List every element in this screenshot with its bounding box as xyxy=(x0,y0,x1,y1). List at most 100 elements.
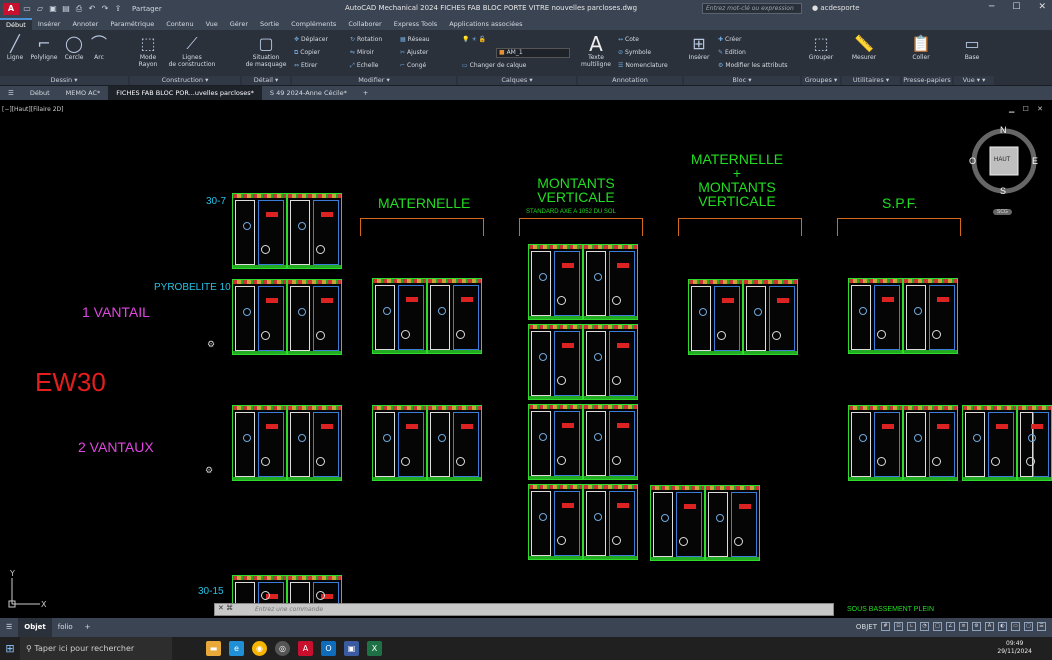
rotate-tool[interactable]: ↻ Rotation xyxy=(350,36,382,44)
minimize-icon[interactable]: ─ xyxy=(989,2,994,12)
ucs-menu-scg[interactable]: SCG xyxy=(993,209,1012,215)
drawing-sheet-thumbnail[interactable] xyxy=(232,193,287,269)
drawing-sheet-thumbnail[interactable] xyxy=(372,278,427,354)
layer-icons[interactable]: 💡 ☀ 🔓 xyxy=(462,36,488,44)
circle-tool[interactable]: ◯ Cercle xyxy=(62,34,86,61)
doc-tab-fiches-fab[interactable]: FICHES FAB BLOC POR...uvelles parcloses* xyxy=(108,86,262,100)
tab-contenu[interactable]: Contenu xyxy=(160,18,199,30)
osnap-icon[interactable]: □ xyxy=(933,622,942,631)
taskbar-search-input[interactable]: ⚲ Taper ici pour rechercher xyxy=(20,637,172,660)
tab-annoter[interactable]: Annoter xyxy=(66,18,104,30)
hardware-icon[interactable]: ▭ xyxy=(1011,622,1020,631)
autocad-logo[interactable]: A xyxy=(3,3,19,15)
move-tool[interactable]: ✥ Déplacer xyxy=(294,36,328,44)
customization-menu-icon[interactable]: ☰ xyxy=(1037,622,1046,631)
outlook-icon[interactable]: O xyxy=(321,641,336,656)
taskbar-clock[interactable]: 09:49 29/11/2024 xyxy=(997,640,1032,656)
command-line-input[interactable]: Entrez une commande xyxy=(214,603,834,616)
tab-sortie[interactable]: Sortie xyxy=(254,18,285,30)
print-icon[interactable]: ⎙ xyxy=(74,4,84,14)
drawing-sheet-thumbnail[interactable] xyxy=(848,405,903,481)
compass-e[interactable]: E xyxy=(1032,156,1038,166)
doc-tab-debut[interactable]: Début xyxy=(22,86,58,100)
share-button[interactable]: Partager xyxy=(132,5,162,13)
compass-n[interactable]: N xyxy=(1000,125,1007,135)
drawing-sheet-thumbnail[interactable] xyxy=(528,324,583,400)
file-explorer-icon[interactable]: ▬ xyxy=(206,641,221,656)
windows-start-icon[interactable]: ⊞ xyxy=(0,637,20,660)
drawing-sheet-thumbnail[interactable] xyxy=(583,484,638,560)
snap-icon[interactable]: ⊡ xyxy=(894,622,903,631)
situation-masquage-tool[interactable]: ▢ Situation de masquage xyxy=(242,34,290,68)
line-tool[interactable]: ╱ Ligne xyxy=(4,34,26,61)
doc-tab-memo[interactable]: MEMO AC* xyxy=(58,86,109,100)
workspace-gear-icon[interactable]: ⚙ xyxy=(972,622,981,631)
add-layout-plus-icon[interactable]: + xyxy=(79,618,97,637)
drawing-sheet-thumbnail[interactable] xyxy=(848,278,903,354)
menu-icon[interactable]: ☰ xyxy=(0,86,22,100)
lineweight-icon[interactable]: ≡ xyxy=(959,622,968,631)
drawing-sheet-thumbnail[interactable] xyxy=(962,405,1017,481)
drawing-sheet-thumbnail[interactable] xyxy=(372,405,427,481)
new-tab-plus-icon[interactable]: + xyxy=(355,86,376,100)
help-search-input[interactable]: Entrez mot-clé ou expression xyxy=(702,3,802,14)
drawing-sheet-thumbnail[interactable] xyxy=(287,405,342,481)
drawing-sheet-thumbnail[interactable] xyxy=(583,244,638,320)
drawing-sheet-thumbnail[interactable] xyxy=(232,279,287,355)
panel-title-calques[interactable]: Calques ▾ xyxy=(458,76,576,85)
edit-block-tool[interactable]: ✎ Edition xyxy=(718,49,746,57)
dimension-tool[interactable]: ↔ Cote xyxy=(618,36,639,44)
layer-dropdown[interactable]: ■ AM_1 xyxy=(496,48,570,58)
drawing-sheet-thumbnail[interactable] xyxy=(528,244,583,320)
doc-tab-s49[interactable]: S 49 2024-Anne Cécile* xyxy=(262,86,355,100)
compass-s[interactable]: S xyxy=(1000,186,1006,196)
arc-tool[interactable]: ⌒ Arc xyxy=(88,34,110,61)
drawing-sheet-thumbnail[interactable] xyxy=(232,405,287,481)
tab-collaborer[interactable]: Collaborer xyxy=(342,18,387,30)
viewport-window-controls[interactable]: ▁ ☐ ✕ xyxy=(1009,105,1046,113)
mtext-tool[interactable]: A Texte multiligne xyxy=(578,34,614,68)
viewcube-face-haut[interactable]: HAUT xyxy=(994,157,1010,163)
open-folder-icon[interactable]: ▱ xyxy=(35,4,45,14)
drawing-sheet-thumbnail[interactable] xyxy=(650,485,705,561)
edit-attributes-tool[interactable]: ⚙ Modifier les attributs xyxy=(718,62,788,70)
group-tool[interactable]: ⬚ Grouper xyxy=(802,34,840,61)
drawing-sheet-thumbnail[interactable] xyxy=(528,484,583,560)
user-account[interactable]: ● acdesporte xyxy=(812,4,860,12)
chrome-icon[interactable]: ◉ xyxy=(252,641,267,656)
tab-vue[interactable]: Vue xyxy=(200,18,224,30)
drawing-sheet-thumbnail[interactable] xyxy=(583,404,638,480)
measure-tool[interactable]: 📏 Mesurer xyxy=(844,34,884,61)
app-circle-icon[interactable]: ◎ xyxy=(275,641,290,656)
new-file-icon[interactable]: ▭ xyxy=(22,4,32,14)
panel-title-modifier[interactable]: Modifier ▾ xyxy=(292,76,456,85)
drawing-sheet-thumbnail[interactable] xyxy=(427,405,482,481)
copy-tool[interactable]: ⧉ Copier xyxy=(294,49,320,57)
panel-title-detail[interactable]: Détail ▾ xyxy=(242,76,290,85)
drawing-sheet-thumbnail[interactable] xyxy=(705,485,760,561)
insert-block-tool[interactable]: ⊞ Insérer xyxy=(684,34,714,61)
drawing-sheet-thumbnail[interactable] xyxy=(743,279,798,355)
drawing-sheet-thumbnail[interactable] xyxy=(903,278,958,354)
excel-icon[interactable]: X xyxy=(367,641,382,656)
bom-tool[interactable]: ☰ Nomenclature xyxy=(618,62,668,70)
save-as-icon[interactable]: ▤ xyxy=(61,4,71,14)
viewport-controls-label[interactable]: [−][Haut][Filaire 2D] xyxy=(2,106,63,113)
construction-lines-tool[interactable]: ⟋ Lignes de construction xyxy=(166,34,218,68)
otrack-icon[interactable]: ∠ xyxy=(946,622,955,631)
panel-title-groupes[interactable]: Groupes ▾ xyxy=(802,76,840,85)
tab-complements[interactable]: Compléments xyxy=(285,18,342,30)
tab-inserer[interactable]: Insérer xyxy=(32,18,67,30)
layout-tab-folio[interactable]: folio xyxy=(52,618,79,637)
tab-gerer[interactable]: Gérer xyxy=(224,18,254,30)
share-icon[interactable]: ⇪ xyxy=(113,4,123,14)
command-line-close-icon[interactable]: ✕ ⌘ xyxy=(218,604,233,612)
drawing-sheet-thumbnail[interactable] xyxy=(287,279,342,355)
tab-parametrique[interactable]: Paramétrique xyxy=(104,18,160,30)
redo-icon[interactable]: ↷ xyxy=(100,4,110,14)
layout-tab-objet[interactable]: Objet xyxy=(18,618,52,637)
panel-title-construction[interactable]: Construction ▾ xyxy=(130,76,240,85)
clean-screen-icon[interactable]: ▢ xyxy=(1024,622,1033,631)
scale-tool[interactable]: ⤢ Echelle xyxy=(350,62,378,70)
drawing-sheet-thumbnail[interactable] xyxy=(427,278,482,354)
